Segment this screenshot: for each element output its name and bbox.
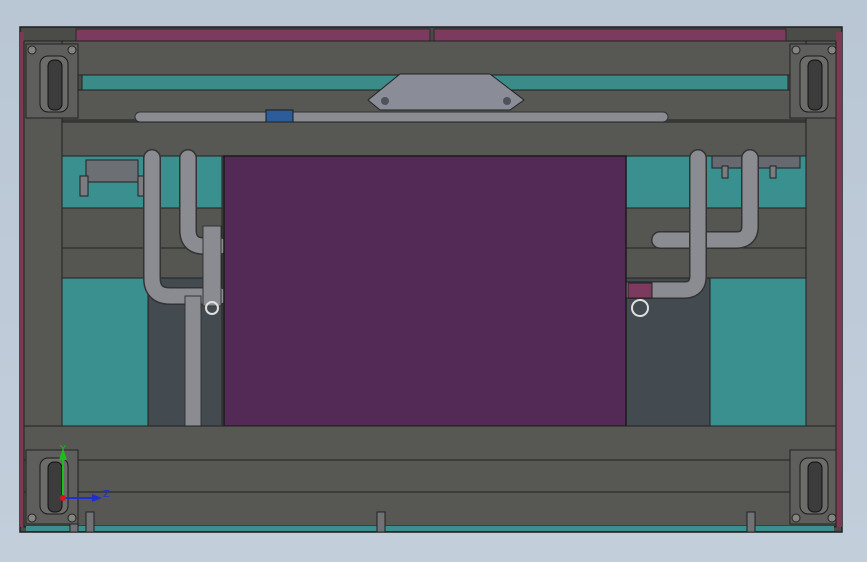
pipe-left-down <box>184 295 202 427</box>
side-panel-left <box>20 32 24 527</box>
component-left <box>85 159 139 183</box>
foot-4 <box>746 511 756 533</box>
side-panel-right <box>836 32 842 527</box>
top-panel-right <box>433 28 787 42</box>
caster-bottom-left <box>25 449 79 525</box>
cad-viewport[interactable]: Y Z <box>0 0 867 562</box>
frame-bottom-rail <box>23 425 837 461</box>
z-axis-label: Z <box>103 489 110 500</box>
pipe-fitting-blue <box>265 109 294 124</box>
model-canvas[interactable]: Y Z <box>0 0 867 562</box>
teal-area-left-lower <box>61 277 149 427</box>
x-axis-dot <box>60 495 66 501</box>
center-panel[interactable] <box>223 155 627 427</box>
caster-top-right <box>789 43 837 119</box>
pipe-top <box>134 111 669 123</box>
foot-2 <box>85 511 95 533</box>
top-panel-left <box>75 28 431 42</box>
teal-area-right-lower <box>709 277 807 427</box>
caster-bottom-right <box>789 449 837 525</box>
frame-top-rail <box>23 40 837 76</box>
caster-top-left <box>25 43 79 119</box>
frame-bottom-rail-2 <box>61 459 807 493</box>
pipe-fitting-maroon <box>627 282 653 299</box>
teal-base-strip <box>26 526 834 531</box>
foot-3 <box>376 511 386 533</box>
y-axis-label: Y <box>59 444 67 455</box>
right-shelf-2 <box>625 247 807 279</box>
frame-base <box>23 491 837 527</box>
